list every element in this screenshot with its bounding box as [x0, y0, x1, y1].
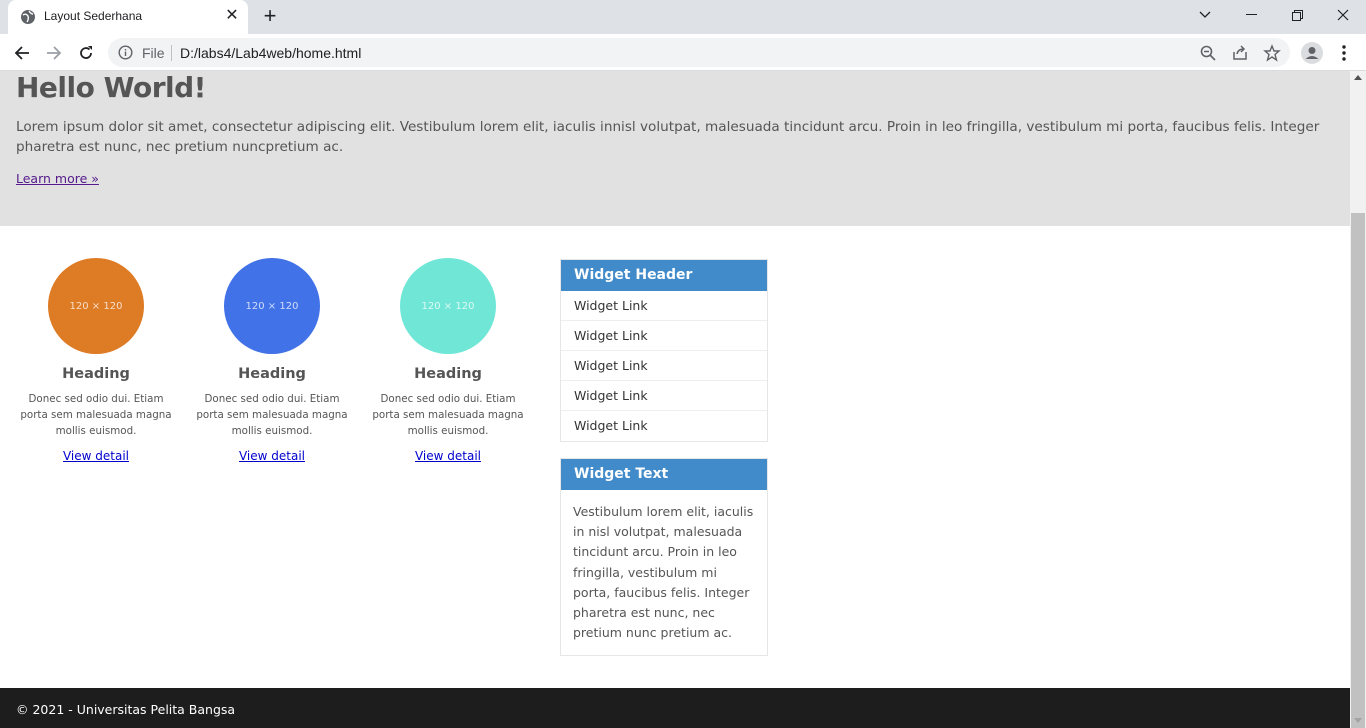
bookmark-star-icon[interactable]: [1263, 44, 1281, 62]
card-heading: Heading: [238, 366, 306, 382]
widget-link[interactable]: Widget Link: [561, 291, 767, 321]
widget-text-body: Vestibulum lorem elit, iaculis in nisl v…: [573, 504, 754, 641]
card-heading: Heading: [62, 366, 130, 382]
card-text: Donec sed odio dui. Etiam porta sem male…: [196, 393, 348, 437]
page-viewport: Hello World! Lorem ipsum dolor sit amet,…: [0, 71, 1350, 728]
profile-avatar-icon[interactable]: [1298, 39, 1326, 67]
back-arrow-icon[interactable]: [9, 40, 35, 66]
close-tab-icon[interactable]: ✕: [224, 8, 240, 24]
card-text: Donec sed odio dui. Etiam porta sem male…: [20, 393, 172, 437]
image-placeholder: 120 × 120: [48, 258, 144, 354]
widget-links: Widget Header Widget Link Widget Link Wi…: [560, 259, 768, 442]
tab-bar: Layout Sederhana ✕ +: [0, 0, 1366, 34]
card-heading: Heading: [414, 366, 482, 382]
reload-icon[interactable]: [73, 40, 99, 66]
kebab-menu-icon[interactable]: [1331, 40, 1357, 66]
view-detail-link[interactable]: View detail: [239, 449, 305, 463]
feature-card-3: 120 × 120 Heading Donec sed odio dui. Et…: [368, 258, 528, 464]
url-text[interactable]: D:/labs4/Lab4web/home.html: [180, 45, 361, 61]
scroll-up-arrow-icon[interactable]: [1354, 75, 1362, 80]
footer-copyright: © 2021 - Universitas Pelita Bangsa: [16, 702, 236, 717]
image-placeholder: 120 × 120: [224, 258, 320, 354]
browser-toolbar: File D:/labs4/Lab4web/home.html: [0, 34, 1366, 71]
feature-card-2: 120 × 120 Heading Donec sed odio dui. Et…: [192, 258, 352, 464]
restore-icon[interactable]: [1274, 0, 1320, 30]
page-footer: © 2021 - Universitas Pelita Bangsa: [0, 688, 1350, 728]
new-tab-icon[interactable]: +: [260, 5, 280, 29]
widget-link[interactable]: Widget Link: [561, 351, 767, 381]
widget-text-header: Widget Text: [561, 459, 767, 490]
info-icon[interactable]: [118, 45, 133, 60]
feature-card-1: 120 × 120 Heading Donec sed odio dui. Et…: [16, 258, 176, 464]
scheme-label: File: [142, 45, 165, 61]
scheme-divider: [171, 45, 172, 61]
hero-section: Hello World! Lorem ipsum dolor sit amet,…: [0, 71, 1350, 226]
scroll-thumb[interactable]: [1351, 213, 1365, 728]
minimize-icon[interactable]: [1228, 0, 1274, 30]
zoom-icon[interactable]: [1199, 44, 1217, 62]
widget-link[interactable]: Widget Link: [561, 411, 767, 441]
card-text: Donec sed odio dui. Etiam porta sem male…: [372, 393, 524, 437]
share-icon[interactable]: [1231, 44, 1249, 62]
tab-title: Layout Sederhana: [44, 9, 143, 23]
widget-link[interactable]: Widget Link: [561, 381, 767, 411]
browser-tab[interactable]: Layout Sederhana ✕: [8, 0, 248, 34]
widget-text: Widget Text Vestibulum lorem elit, iacul…: [560, 458, 768, 657]
address-bar[interactable]: File D:/labs4/Lab4web/home.html: [108, 38, 1290, 67]
view-detail-link[interactable]: View detail: [63, 449, 129, 463]
hero-title: Hello World!: [16, 71, 206, 104]
scroll-down-arrow-icon[interactable]: [1354, 718, 1362, 723]
view-detail-link[interactable]: View detail: [415, 449, 481, 463]
image-placeholder: 120 × 120: [400, 258, 496, 354]
widget-header: Widget Header: [561, 260, 767, 291]
globe-icon: [21, 10, 35, 24]
forward-arrow-icon[interactable]: [41, 40, 67, 66]
vertical-scrollbar[interactable]: [1350, 71, 1366, 728]
widget-link[interactable]: Widget Link: [561, 321, 767, 351]
hero-text: Lorem ipsum dolor sit amet, consectetur …: [16, 119, 1320, 155]
close-window-icon[interactable]: [1320, 0, 1366, 30]
tab-search-icon[interactable]: [1182, 0, 1228, 30]
learn-more-link[interactable]: Learn more »: [16, 171, 99, 186]
